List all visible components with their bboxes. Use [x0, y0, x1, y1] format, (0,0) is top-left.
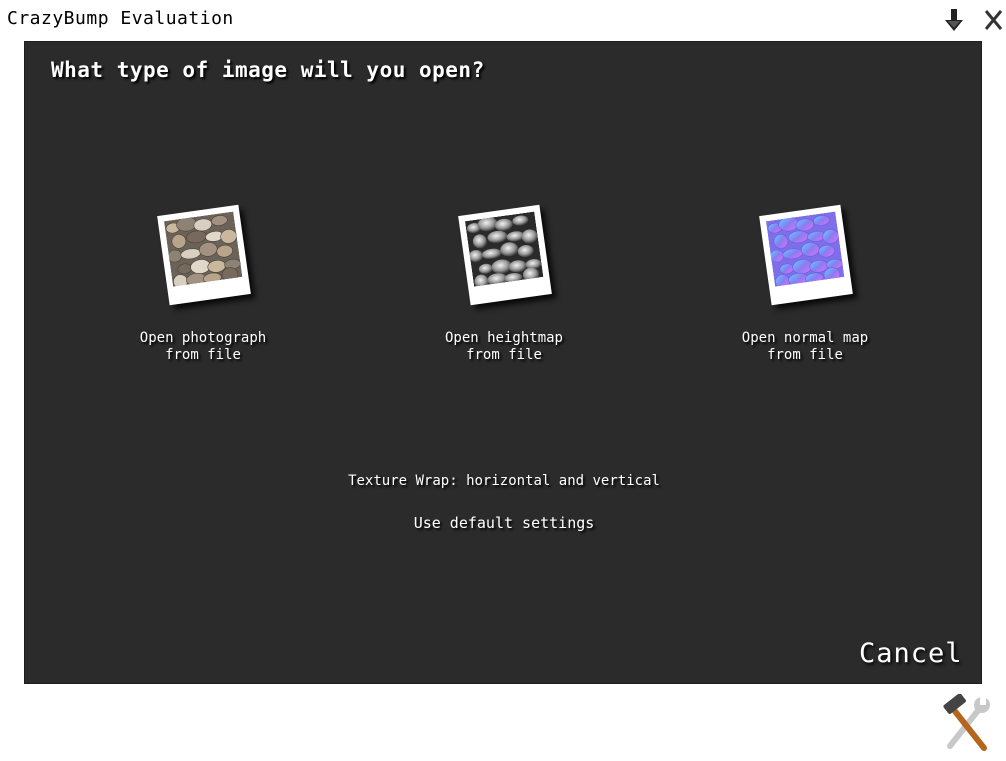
- texture-wrap-setting[interactable]: Texture Wrap: horizontal and vertical: [25, 473, 983, 489]
- open-image-dialog: What type of image will you open? Open p…: [24, 41, 982, 684]
- down-arrow-icon[interactable]: [940, 6, 968, 34]
- use-default-settings-button[interactable]: Use default settings: [25, 514, 983, 532]
- close-icon[interactable]: [980, 6, 1006, 34]
- normal-map-thumbnail: [759, 204, 853, 306]
- open-photograph-label: Open photograph from file: [139, 330, 267, 363]
- heightmap-thumbnail: [458, 204, 552, 306]
- photograph-thumbnail: [157, 204, 251, 306]
- open-normal-map-label: Open normal map from file: [741, 330, 869, 363]
- window-title: CrazyBump Evaluation: [7, 8, 234, 29]
- open-heightmap-label: Open heightmap from file: [444, 330, 563, 363]
- hammer-wrench-icon[interactable]: [940, 693, 994, 754]
- open-normal-map-button[interactable]: Open normal map from file: [705, 204, 905, 370]
- title-bar: CrazyBump Evaluation: [0, 0, 1006, 40]
- cancel-button[interactable]: Cancel: [859, 638, 963, 669]
- open-photograph-button[interactable]: Open photograph from file: [103, 204, 303, 370]
- open-heightmap-button[interactable]: Open heightmap from file: [404, 204, 604, 370]
- dialog-question: What type of image will you open?: [51, 58, 485, 82]
